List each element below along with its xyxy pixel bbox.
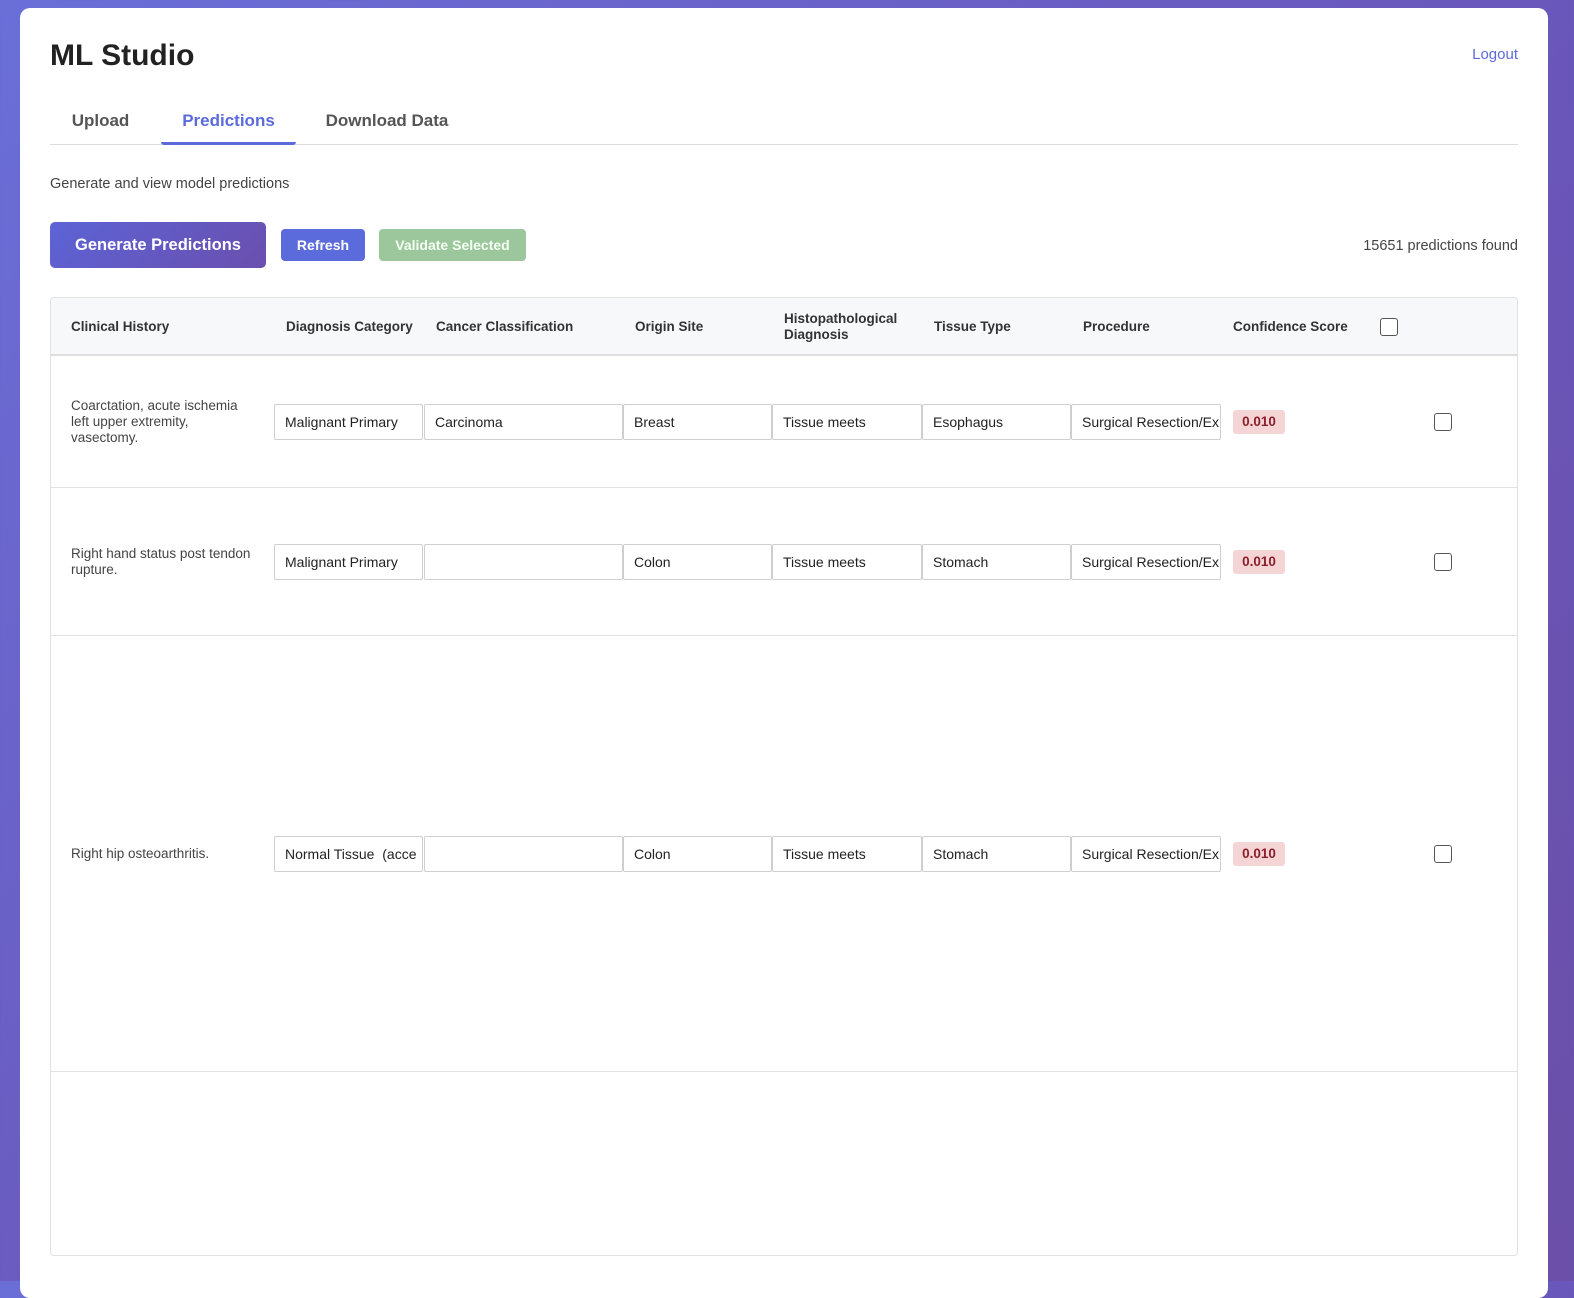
table-row: Coarctation, acute ischemia left upper e… <box>51 356 1517 488</box>
col-procedure: Procedure <box>1083 319 1150 334</box>
refresh-button[interactable]: Refresh <box>281 229 365 261</box>
col-origin-site: Origin Site <box>635 319 704 334</box>
origin-site-input[interactable]: Colon <box>623 836 772 872</box>
histo-diagnosis-input[interactable]: Tissue meets criteria <box>772 544 922 580</box>
clinical-history-text: Right hand status post tendon rupture. <box>71 546 251 577</box>
col-histo-line2: Diagnosis <box>784 327 849 342</box>
col-tissue-type: Tissue Type <box>934 319 1011 334</box>
tissue-type-input[interactable]: Stomach <box>922 544 1071 580</box>
tissue-type-input[interactable]: Esophagus <box>922 404 1071 440</box>
col-histo-line1: Histopathological <box>784 311 898 326</box>
procedure-input[interactable]: Surgical Resection/Ex <box>1071 404 1221 440</box>
origin-site-input[interactable]: Breast <box>623 404 772 440</box>
app-title: ML Studio <box>50 39 195 72</box>
diagnosis-category-input[interactable]: Malignant Primary <box>274 544 423 580</box>
clinical-history-text: Coarctation, acute ischemia left upper e… <box>71 398 238 445</box>
predictions-count: 15651 predictions found <box>1363 238 1518 254</box>
histo-diagnosis-input[interactable]: Tissue meets criteria <box>772 836 922 872</box>
histo-diagnosis-input[interactable]: Tissue meets criteria <box>772 404 922 440</box>
procedure-input[interactable]: Surgical Resection/Ex <box>1071 836 1221 872</box>
col-histopathological-diagnosis: Histopathological Diagnosis <box>784 298 897 356</box>
row-select-checkbox[interactable] <box>1434 845 1452 863</box>
clinical-history-text: Right hip osteoarthritis. <box>71 846 210 861</box>
procedure-input[interactable]: Surgical Resection/Ex <box>1071 544 1221 580</box>
main-card: ML Studio Logout Upload Predictions Down… <box>20 8 1548 1298</box>
validate-selected-button[interactable]: Validate Selected <box>379 229 526 261</box>
tab-predictions[interactable]: Predictions <box>161 104 296 145</box>
origin-site-input[interactable]: Colon <box>623 544 772 580</box>
table-header: Clinical History Diagnosis Category Canc… <box>51 298 1517 356</box>
cancer-classification-input[interactable] <box>424 544 623 580</box>
table-row: Right hip osteoarthritis. Normal Tissue … <box>51 636 1517 1072</box>
tab-download-data[interactable]: Download Data <box>306 104 468 145</box>
diagnosis-category-input[interactable]: Malignant Primary <box>274 404 423 440</box>
select-all-checkbox[interactable] <box>1380 318 1398 336</box>
row-select-checkbox[interactable] <box>1434 413 1452 431</box>
col-cancer-classification: Cancer Classification <box>436 319 574 334</box>
col-diagnosis-category: Diagnosis Category <box>286 319 413 334</box>
diagnosis-category-input[interactable]: Normal Tissue (acce <box>274 836 423 872</box>
table-row: Right hand status post tendon rupture. M… <box>51 488 1517 636</box>
cancer-classification-input[interactable] <box>424 836 623 872</box>
generate-predictions-button[interactable]: Generate Predictions <box>50 222 266 268</box>
confidence-badge: 0.010 <box>1233 550 1285 574</box>
cancer-classification-input[interactable]: Carcinoma <box>424 404 623 440</box>
logout-link[interactable]: Logout <box>1472 46 1518 63</box>
tab-bar: Upload Predictions Download Data <box>50 104 1518 145</box>
tissue-type-input[interactable]: Stomach <box>922 836 1071 872</box>
predictions-table: Clinical History Diagnosis Category Canc… <box>50 297 1518 1256</box>
app-header: ML Studio Logout <box>50 38 1518 78</box>
confidence-badge: 0.010 <box>1233 842 1285 866</box>
confidence-badge: 0.010 <box>1233 410 1285 434</box>
col-confidence-score: Confidence Score <box>1233 319 1348 334</box>
tab-upload[interactable]: Upload <box>50 104 151 145</box>
row-select-checkbox[interactable] <box>1434 553 1452 571</box>
col-clinical-history: Clinical History <box>71 319 170 334</box>
page-subtitle: Generate and view model predictions <box>50 176 290 192</box>
